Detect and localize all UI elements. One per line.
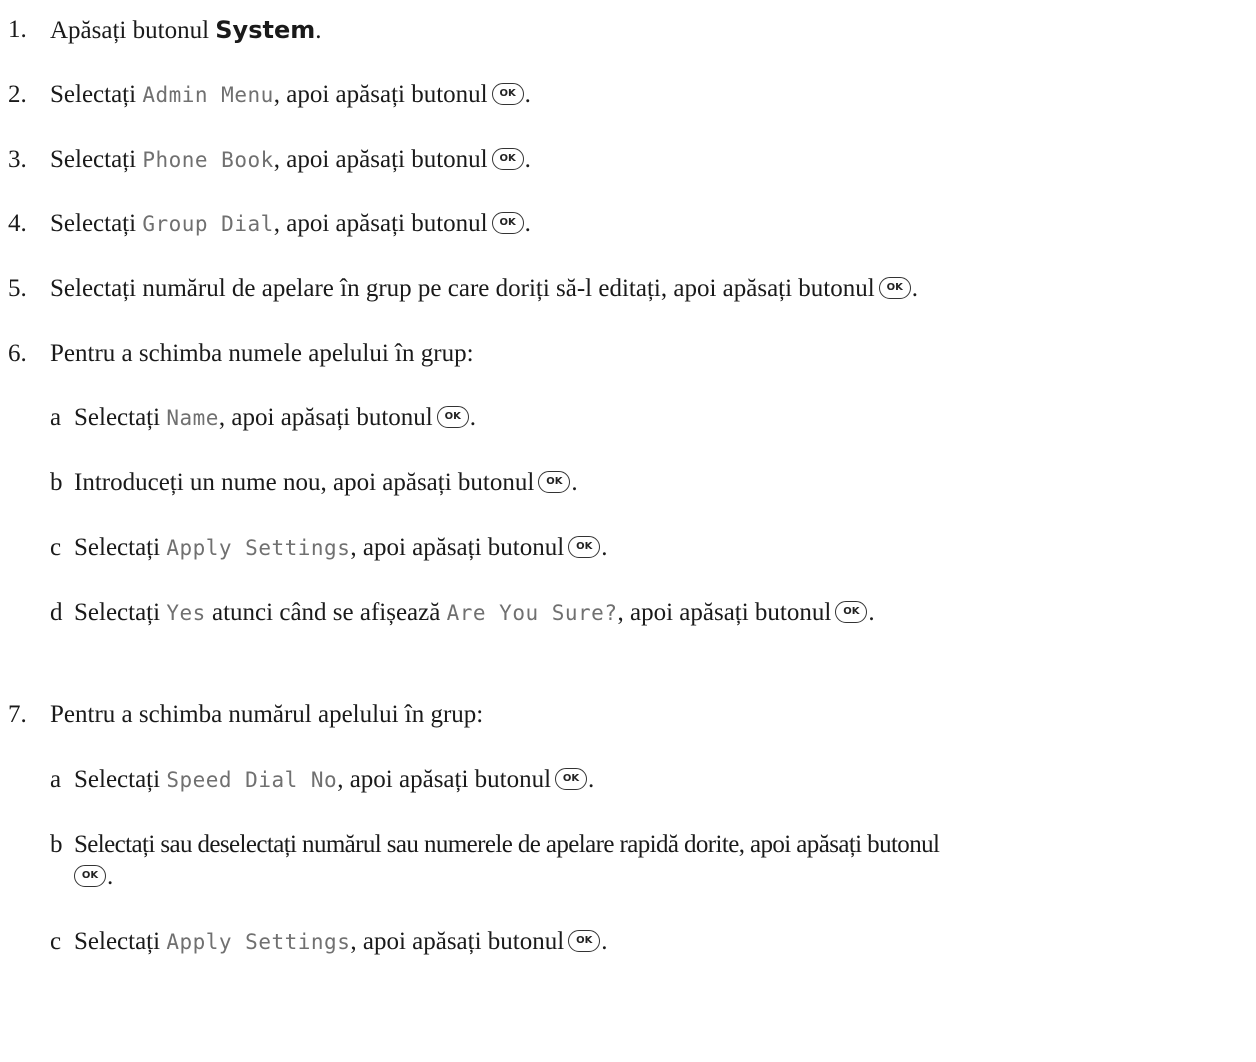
step-text-part: , apoi apăsați butonul	[273, 210, 488, 237]
step-text-part: , apoi apăsați butonul	[350, 928, 565, 955]
substep-letter: d	[50, 599, 63, 626]
step-text-end: .	[524, 146, 531, 173]
step-number: 1.	[8, 16, 27, 43]
substep-text: Selectați Yes atunci când se afișează Ar…	[74, 597, 875, 629]
step-text-part: , apoi apăsați butonul	[337, 766, 552, 793]
ok-button-icon: OK	[568, 930, 601, 953]
substep-letter: b	[50, 831, 63, 858]
step-text: Selectați Admin Menu, apoi apăsați buton…	[50, 79, 531, 111]
substep-letter: c	[50, 928, 62, 955]
lcd-menu-label: Apply Settings	[166, 930, 351, 954]
step-text-part: Selectați numărul de apelare în grup pe …	[50, 275, 875, 302]
step-text: Apăsați butonul System.	[50, 14, 322, 47]
ok-button-icon: OK	[491, 83, 524, 106]
step-text-part: Selectați sau deselectați numărul sau nu…	[74, 831, 940, 858]
ok-button-icon: OK	[491, 148, 524, 171]
ok-button-icon: OK	[568, 536, 601, 559]
lcd-menu-label: Group Dial	[142, 212, 274, 236]
step-text-end: .	[571, 469, 578, 496]
substep-letter: a	[50, 404, 62, 431]
step-text: Pentru a schimba numărul apelului în gru…	[50, 701, 484, 728]
substep-text: Selectați Name, apoi apăsați butonul OK.	[74, 402, 476, 434]
step-text-end: .	[524, 210, 531, 237]
substep-letter: b	[50, 469, 63, 496]
step-number: 6.	[8, 340, 27, 367]
substep-letter: c	[50, 534, 62, 561]
step-text: Pentru a schimba numele apelului în grup…	[50, 340, 474, 367]
step-number: 2.	[8, 81, 27, 108]
step-text-part: , apoi apăsați butonul	[273, 146, 488, 173]
ok-button-icon: OK	[878, 277, 911, 300]
step-text-end: .	[315, 17, 322, 44]
step-text: Selectați Phone Book, apoi apăsați buton…	[50, 144, 531, 176]
step-text-end: .	[524, 81, 531, 108]
lcd-prompt-label: Are You Sure?	[446, 601, 618, 625]
ok-button-icon: OK	[491, 212, 524, 235]
step-text-end: .	[469, 404, 476, 431]
substep-text: Selectați Speed Dial No, apoi apăsați bu…	[74, 764, 594, 796]
step-text-part: Selectați	[50, 210, 143, 237]
lcd-menu-label: Admin Menu	[142, 83, 274, 107]
step-text-end: .	[911, 275, 918, 302]
lcd-menu-label: Phone Book	[142, 148, 274, 172]
ok-button-icon: OK	[74, 865, 106, 888]
lcd-menu-label: Speed Dial No	[166, 768, 338, 792]
step-text-part: Selectați	[74, 766, 167, 793]
step-number: 3.	[8, 146, 27, 173]
lcd-menu-label: Yes	[166, 601, 206, 625]
ok-button-icon: OK	[835, 601, 868, 624]
step-text-end: .	[868, 599, 875, 626]
step-text-part: Selectați	[50, 81, 143, 108]
step-text-part: Selectați	[74, 928, 167, 955]
substep-text: Selectați Apply Settings, apoi apăsați b…	[74, 926, 607, 958]
ok-button-icon: OK	[555, 768, 588, 791]
step-text-part: , apoi apăsați butonul	[617, 599, 832, 626]
ok-button-icon: OK	[436, 406, 469, 429]
lcd-menu-label: Name	[166, 406, 219, 430]
step-text-end: .	[107, 863, 114, 890]
step-text-part: , apoi apăsați butonul	[273, 81, 488, 108]
step-number: 4.	[8, 210, 27, 237]
step-text-end: .	[601, 534, 608, 561]
substep-text: Selectați sau deselectați numărul sau nu…	[74, 829, 1234, 893]
step-text-part: Introduceți un nume nou, apoi apăsați bu…	[74, 469, 535, 496]
system-button-label: System	[215, 16, 316, 44]
step-text-part: , apoi apăsați butonul	[218, 404, 433, 431]
step-text-part: Selectați	[74, 404, 167, 431]
step-text: Selectați Group Dial, apoi apăsați buton…	[50, 208, 531, 240]
step-text-part: Selectați	[50, 146, 143, 173]
step-text-part: , apoi apăsați butonul	[350, 534, 565, 561]
step-text-end: .	[588, 766, 595, 793]
step-text-part: Apăsați butonul	[50, 17, 216, 44]
step-text-part: Selectați	[74, 534, 167, 561]
substep-letter: a	[50, 766, 62, 793]
step-text-end: .	[601, 928, 608, 955]
step-text-part: atunci când se afișează	[205, 599, 447, 626]
step-text: Selectați numărul de apelare în grup pe …	[50, 273, 918, 305]
lcd-menu-label: Apply Settings	[166, 536, 351, 560]
step-text-part: Selectați	[74, 599, 167, 626]
step-number: 7.	[8, 701, 27, 728]
substep-text: Introduceți un nume nou, apoi apăsați bu…	[74, 467, 578, 499]
step-number: 5.	[8, 275, 27, 302]
substep-text: Selectați Apply Settings, apoi apăsați b…	[74, 532, 607, 564]
ok-button-icon: OK	[538, 471, 571, 494]
